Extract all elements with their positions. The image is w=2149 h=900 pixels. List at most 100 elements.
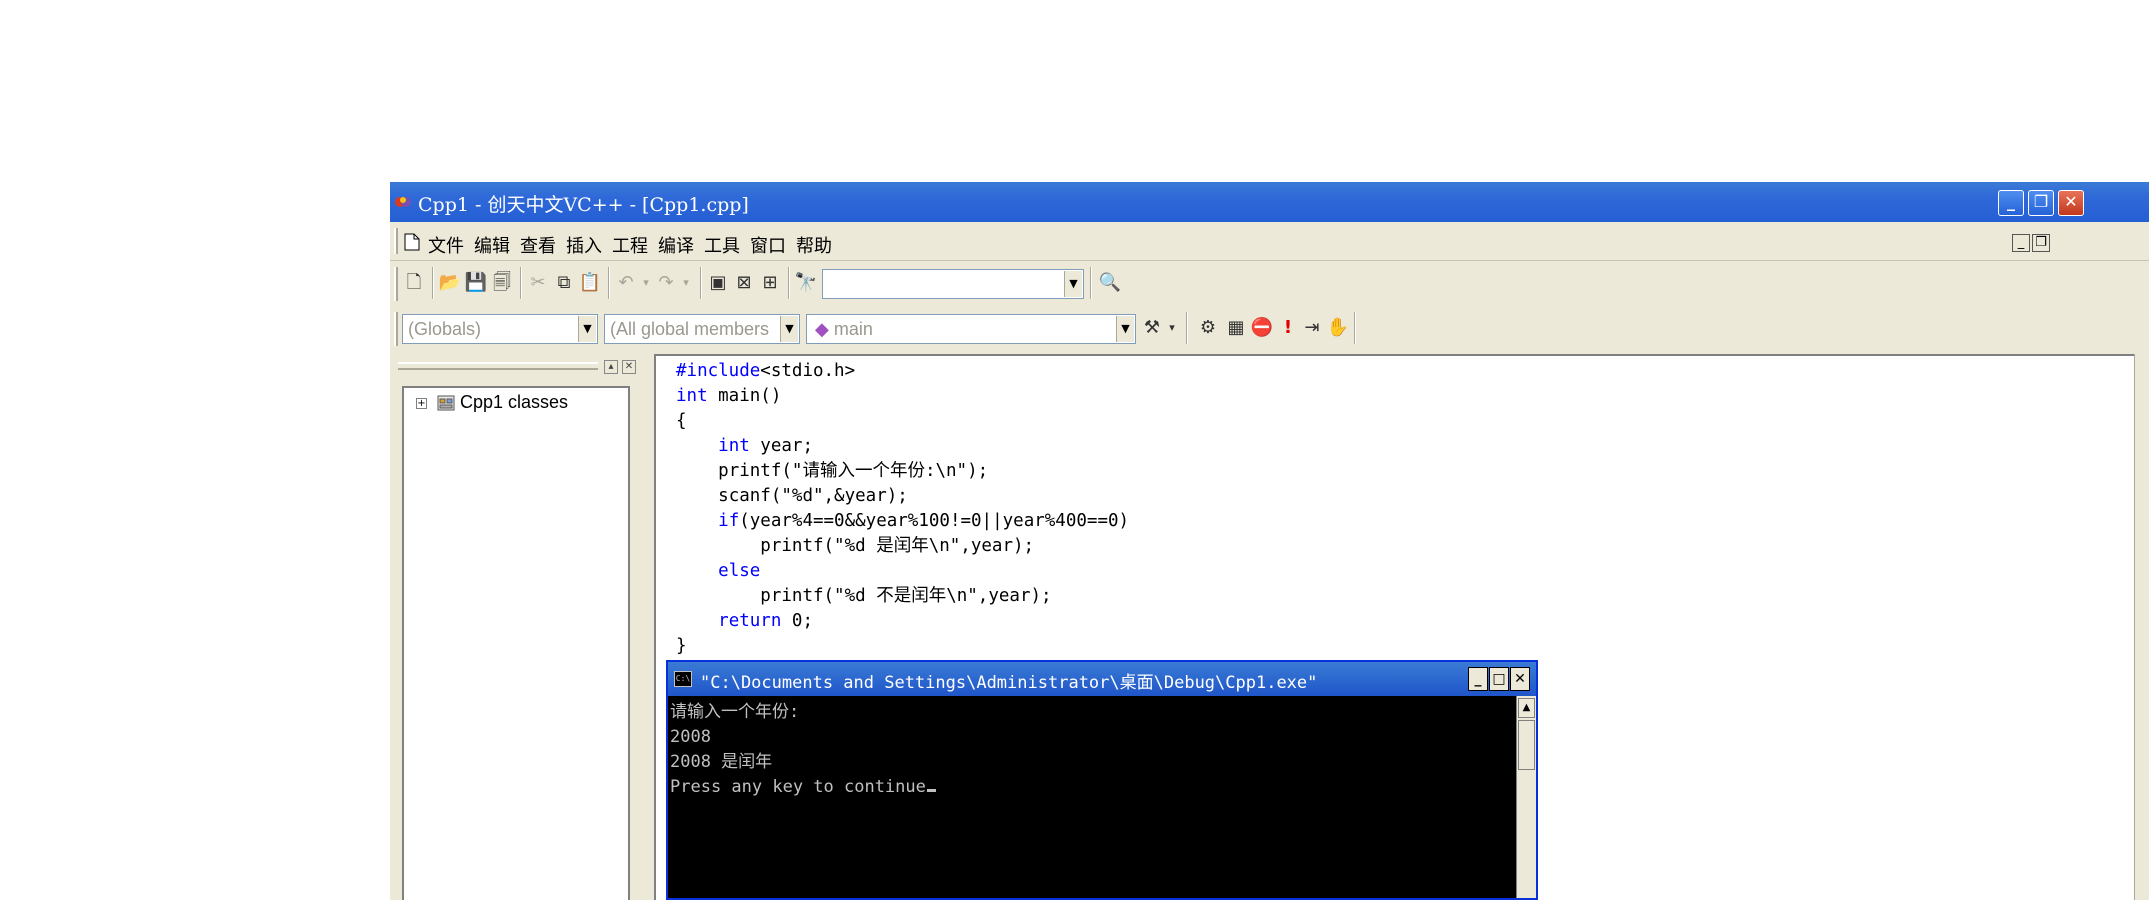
- find-in-files-icon[interactable]: 🔭: [794, 271, 818, 295]
- class-tree[interactable]: + Cpp1 classes: [402, 386, 630, 900]
- compile-icon[interactable]: ⚙: [1196, 316, 1220, 340]
- filter-combo[interactable]: (All global members ▼: [604, 314, 800, 344]
- code-text: printf("请输入一个年份:\n");: [718, 461, 989, 481]
- scroll-up-icon[interactable]: ▲: [1518, 698, 1535, 718]
- console-line-text: Press any key to continue: [670, 777, 926, 797]
- console-scrollbar[interactable]: ▲: [1516, 696, 1536, 898]
- console-line: 请输入一个年份:: [670, 702, 800, 722]
- member-combo[interactable]: ◆ main ▼: [806, 314, 1136, 344]
- save-all-icon[interactable]: 🗐: [490, 271, 514, 295]
- separator: [432, 267, 434, 299]
- menubar-grip[interactable]: [394, 228, 398, 254]
- separator: [700, 267, 702, 299]
- window-list-icon[interactable]: ⊞: [758, 271, 782, 295]
- find-icon[interactable]: 🔍: [1098, 271, 1122, 295]
- toolbar-grip[interactable]: [394, 267, 398, 301]
- console-cursor: [926, 789, 936, 792]
- console-title: "C:\Documents and Settings\Administrator…: [700, 673, 1318, 693]
- code-line: printf("%d 是闰年\n",year);: [676, 535, 1034, 557]
- code-line: scanf("%d",&year);: [676, 485, 908, 507]
- workspace-pane: ▴ ✕ + Cpp1 classes: [390, 354, 642, 900]
- console-line: 2008: [670, 727, 711, 747]
- stop-build-icon[interactable]: ⛔: [1250, 316, 1274, 340]
- console-window[interactable]: C:\ "C:\Documents and Settings\Administr…: [666, 660, 1538, 900]
- class-combo[interactable]: (Globals) ▼: [402, 314, 598, 344]
- editor-scrollbar[interactable]: [2134, 354, 2149, 900]
- go-icon[interactable]: ⇥: [1300, 316, 1324, 340]
- menu-tools[interactable]: 工具: [704, 232, 740, 258]
- menu-project[interactable]: 工程: [612, 232, 648, 258]
- separator: [608, 267, 610, 299]
- separator: [1186, 312, 1188, 344]
- find-combo[interactable]: ▼: [822, 269, 1084, 299]
- chevron-down-icon[interactable]: ▼: [780, 316, 798, 342]
- scroll-thumb[interactable]: [1518, 720, 1535, 770]
- output-icon[interactable]: ⊠: [732, 271, 756, 295]
- chevron-down-icon[interactable]: ▼: [578, 316, 596, 342]
- console-maximize-button[interactable]: □: [1489, 667, 1509, 691]
- menu-view[interactable]: 查看: [520, 232, 556, 258]
- code-line: #include<stdio.h>: [676, 360, 855, 382]
- chevron-down-icon[interactable]: ▼: [1064, 271, 1082, 297]
- code-line: if(year%4==0&&year%100!=0||year%400==0): [676, 510, 1129, 532]
- close-button[interactable]: ✕: [2058, 190, 2084, 216]
- code-keyword: int: [676, 386, 708, 406]
- code-text: (year%4==0&&year%100!=0||year%400==0): [739, 511, 1130, 531]
- separator: [1354, 312, 1356, 344]
- menu-file[interactable]: 文件: [428, 232, 464, 258]
- separator: [1090, 267, 1092, 299]
- pane-close-button[interactable]: ✕: [622, 360, 636, 374]
- code-line: return 0;: [676, 610, 813, 632]
- open-folder-icon[interactable]: 📂: [438, 271, 462, 295]
- menu-window[interactable]: 窗口: [750, 232, 786, 258]
- title-bar[interactable]: Cpp1 - 创天中文VC++ - [Cpp1.cpp] _ ❐ ✕: [390, 182, 2149, 222]
- classes-icon: [437, 395, 455, 411]
- minimize-button[interactable]: _: [1998, 190, 2024, 216]
- code-text: printf("%d 是闰年\n",year);: [760, 536, 1035, 556]
- member-combo-value: main: [833, 319, 873, 339]
- code-line: printf("请输入一个年份:\n");: [676, 460, 988, 482]
- expand-icon[interactable]: +: [416, 398, 427, 409]
- wizardbar-grip[interactable]: [394, 312, 398, 346]
- redo-dropdown-icon[interactable]: ▾: [674, 271, 698, 295]
- code-line: int main(): [676, 385, 781, 407]
- menu-help[interactable]: 帮助: [796, 232, 832, 258]
- menu-edit[interactable]: 编辑: [474, 232, 510, 258]
- copy-icon[interactable]: ⧉: [552, 271, 576, 295]
- new-document-icon[interactable]: 🗋: [402, 271, 426, 295]
- mdi-restore-button[interactable]: ❐: [2032, 234, 2050, 252]
- code-line: else: [676, 560, 760, 582]
- paste-icon[interactable]: 📋: [578, 271, 602, 295]
- restore-button[interactable]: ❐: [2028, 190, 2054, 216]
- workspace-icon[interactable]: ▣: [706, 271, 730, 295]
- cut-icon[interactable]: ✂: [526, 271, 550, 295]
- code-text: scanf("%d",&year);: [718, 486, 908, 506]
- pane-maximize-button[interactable]: ▴: [604, 360, 618, 374]
- menu-build[interactable]: 编译: [658, 232, 694, 258]
- wizard-dropdown-icon[interactable]: ▾: [1160, 316, 1184, 340]
- function-icon: ◆: [815, 319, 829, 339]
- code-text: {: [676, 411, 687, 431]
- console-output[interactable]: 请输入一个年份: 2008 2008 是闰年 Press any key to …: [668, 696, 1516, 898]
- menu-insert[interactable]: 插入: [566, 232, 602, 258]
- mdi-minimize-button[interactable]: _: [2012, 234, 2030, 252]
- app-icon: [395, 197, 411, 207]
- code-text: }: [676, 636, 687, 656]
- console-close-button[interactable]: ✕: [1510, 667, 1530, 691]
- wizard-bar: (Globals) ▼ (All global members ▼ ◆ main…: [390, 306, 2149, 350]
- breakpoint-icon[interactable]: ✋: [1326, 316, 1350, 340]
- standard-toolbar: 🗋 📂 💾 🗐 ✂ ⧉ 📋 ↶ ▾ ↷ ▾ ▣ ⊠ ⊞ 🔭 ▼ 🔍: [390, 261, 2149, 305]
- chevron-down-icon[interactable]: ▼: [1116, 316, 1134, 342]
- save-icon[interactable]: 💾: [464, 271, 488, 295]
- console-minimize-button[interactable]: _: [1468, 667, 1488, 691]
- tree-root-label[interactable]: Cpp1 classes: [460, 392, 568, 413]
- workspace-grip[interactable]: [398, 362, 598, 370]
- window-title: Cpp1 - 创天中文VC++ - [Cpp1.cpp]: [418, 194, 749, 216]
- build-icon[interactable]: ▦: [1224, 316, 1248, 340]
- execute-icon[interactable]: !: [1276, 316, 1300, 340]
- console-title-bar[interactable]: C:\ "C:\Documents and Settings\Administr…: [668, 662, 1536, 696]
